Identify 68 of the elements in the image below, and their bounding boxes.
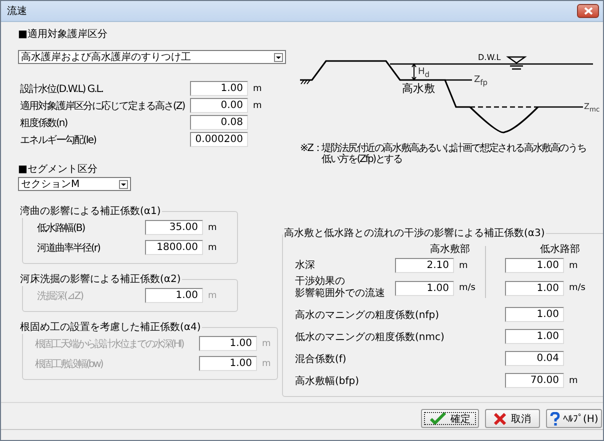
group-title: 湾曲の影響による補正係数(α1) [19,204,162,218]
unit-label: m [253,100,262,110]
unit-label: m [208,242,217,252]
field-label: 低水路幅(B) [36,222,86,234]
checkmark-icon [430,412,446,425]
group-title: 根固め工の設置を考慮した補正係数(α4) [19,320,202,334]
value-field[interactable]: 1.00 [505,329,564,344]
window-title: 流速 [7,4,27,18]
field-label: エネルギー勾配(Ie) [19,134,97,146]
field-label: 粗度係数(n) [19,116,68,130]
field-label: 低水のマニングの粗度係数(nmc) [295,330,446,344]
value-field[interactable]: 2.10 [395,258,454,273]
ok-button[interactable]: 確定 [421,409,479,428]
unit-label: m [208,222,217,232]
value-field[interactable]: 1800.00 [145,240,203,255]
note-mark: ※Z： [300,143,322,154]
zfp-label: Z$_{fp}$ [474,74,489,88]
hd-label: H$_{d}$ [418,66,431,80]
field-label: 洗掘深(⊿Z) [36,290,84,302]
value-field[interactable]: 0.00 [190,98,248,113]
unit-label: m/s [459,283,476,293]
note-text: 堤防法尻付近の高水敷高あるいは計画で想定される高水敷高のうち 低い方を(Zfp)とする [322,143,586,165]
field-label: 河道曲率半径(r) [36,242,101,254]
question-icon [550,412,560,426]
close-button[interactable] [577,4,599,18]
water-level-icon [506,56,527,70]
section-heading: ■適用対象護岸区分 [18,28,108,42]
column-header: 低水路部 [539,242,581,256]
unit-label: m [253,84,262,94]
field-label: 適用対象護岸区分に応じて定まる高さ(Z) [19,100,186,112]
unit-label: m [262,338,271,348]
field-label: 干渉効果の 影響範囲外での流速 [295,276,386,300]
group-title: 河床洗掘の影響による補正係数(α2) [19,272,182,286]
field-label: 設計水位(D.W.L) G.L. [19,82,104,96]
cross-icon [494,412,506,424]
value-field[interactable]: 1.00 [395,280,454,296]
value-field[interactable]: 70.00 [505,373,564,388]
value-field[interactable]: 0.04 [505,351,564,366]
close-icon [584,7,592,15]
unit-label: m [459,260,469,270]
segment-dropdown[interactable]: セクションM [18,177,131,191]
value-field[interactable]: 1.00 [505,307,564,322]
field-label: 高水のマニングの粗度係数(nfp) [295,308,440,322]
value-field[interactable]: 1.00 [505,280,564,296]
value-field[interactable]: 35.00 [145,220,203,235]
section-heading: ■セグメント区分 [18,163,98,177]
unit-label: m [208,290,217,300]
field-label: 根固工天端から設計水位までの水深(Hl) [34,338,185,350]
field-label: 根固工敷設幅(bw) [34,358,104,370]
value-field[interactable]: 1.00 [505,258,564,273]
value-field[interactable]: 0.000200 [190,132,248,147]
help-button[interactable]: ﾍﾙﾌﾟ(H) [546,409,602,428]
field-label: 混合係数(f) [295,352,348,366]
dwl-label: D.W.L [478,53,501,62]
value-field[interactable]: 1.00 [190,81,248,96]
value-field[interactable]: 0.08 [190,115,248,130]
revetment-dropdown[interactable]: 高水護岸および高水護岸のすりつけ工 [18,50,286,64]
cancel-button[interactable]: 取消 [485,409,540,428]
unit-label: m/s [569,283,586,293]
field-label: 高水敷幅(bfp) [295,374,360,388]
floodplain-label: 高水敷 [402,83,436,95]
unit-label: m [569,376,578,386]
column-header: 高水敷部 [429,242,471,256]
field-label: 水深 [295,260,316,272]
unit-label: m [569,260,579,270]
group-title: 高水敷と低水路との流れの干渉の影響による補正係数(α3) [283,226,546,240]
zmc-label: Z$_{mc}$ [584,101,600,115]
unit-label: m [262,358,271,368]
